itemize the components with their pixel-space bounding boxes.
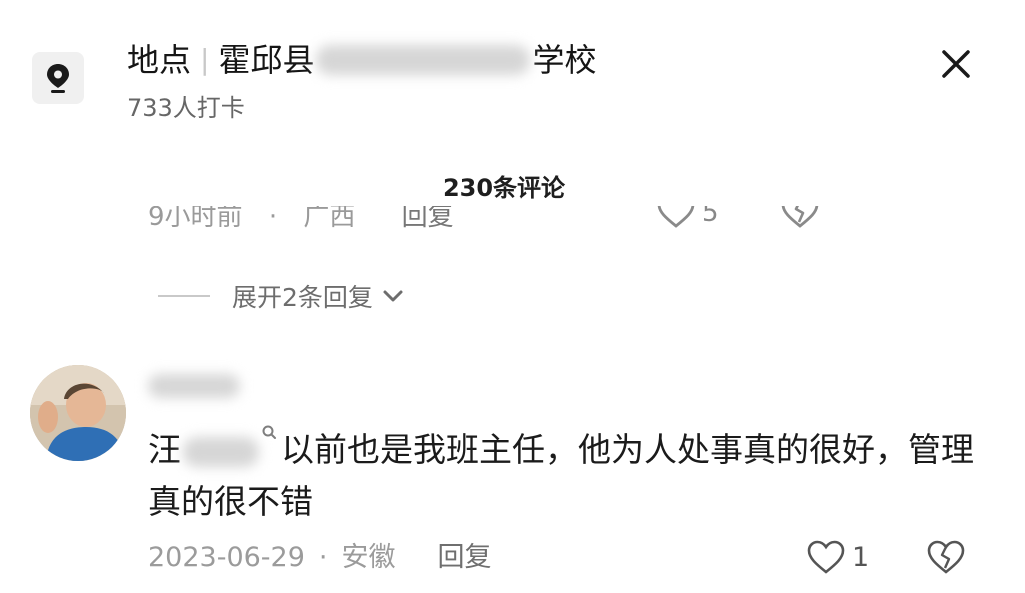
like-count: 1 — [852, 542, 870, 573]
previous-comment-time: 9小时前 — [148, 206, 243, 232]
avatar[interactable] — [30, 365, 126, 461]
meta-separator: · — [268, 206, 278, 232]
title-separator: | — [200, 43, 210, 76]
heart-icon[interactable] — [806, 538, 846, 578]
meta-separator: · — [318, 542, 328, 573]
avatar-image — [30, 365, 126, 461]
comment-meta: 2023-06-29 · 安徽 回复 — [148, 540, 492, 576]
redacted-mention — [183, 436, 259, 467]
heart-icon[interactable] — [656, 206, 696, 232]
close-button[interactable] — [936, 44, 976, 84]
comment-date: 2023-06-29 — [148, 542, 305, 573]
previous-reply-button[interactable]: 回复 — [402, 206, 454, 232]
location-icon-container — [32, 52, 84, 104]
broken-heart-icon[interactable] — [926, 538, 966, 578]
expand-replies-button[interactable]: 展开2条回复 — [158, 278, 405, 314]
redacted-school-name — [316, 45, 531, 75]
location-name-prefix: 霍邱县 — [218, 41, 315, 79]
previous-comment-meta: 9小时前 · 广西 回复 5 — [0, 206, 1025, 238]
previous-comment-region: 广西 — [303, 206, 356, 232]
expand-replies-label: 展开2条回复 — [232, 283, 373, 312]
broken-heart-icon[interactable] — [780, 206, 820, 232]
close-icon — [942, 50, 970, 78]
divider-line — [158, 295, 210, 297]
location-label: 地点 — [127, 41, 192, 79]
reply-button[interactable]: 回复 — [438, 540, 492, 576]
redacted-username[interactable] — [148, 374, 240, 398]
checkin-count: 733人打卡 — [127, 94, 245, 122]
search-icon[interactable] — [261, 424, 277, 444]
chevron-down-icon — [383, 290, 403, 302]
comment-text: 汪 以前也是我班主任，他为人处事真的很好，管理真的很不错 — [148, 424, 978, 528]
location-name-suffix: 学校 — [532, 41, 597, 79]
comment-text-start: 汪 — [148, 430, 181, 469]
location-pin-icon — [47, 64, 69, 93]
previous-like-count: 5 — [702, 206, 719, 228]
comment-region: 安徽 — [341, 542, 396, 573]
comment-count-heading: 230条评论 — [442, 174, 566, 202]
location-title[interactable]: 地点 | 霍邱县 学校 — [127, 36, 596, 84]
